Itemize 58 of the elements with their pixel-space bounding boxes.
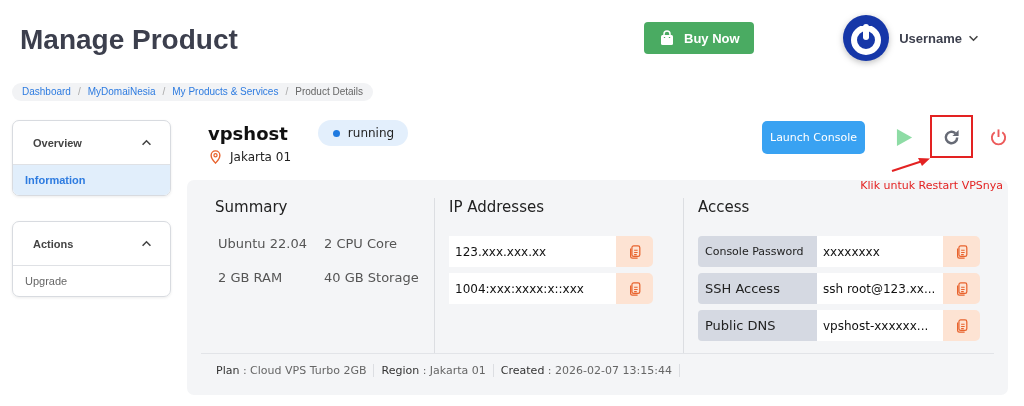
avatar-logo-icon: [843, 15, 890, 61]
access-field: vpshost-xxxxxx...: [817, 310, 943, 341]
power-icon[interactable]: [989, 127, 1008, 147]
section-title: IP Addresses: [449, 198, 546, 216]
copy-icon: [627, 280, 642, 297]
copy-button[interactable]: [943, 236, 980, 267]
copy-button[interactable]: [943, 273, 980, 304]
breadcrumb-link[interactable]: Dashboard: [22, 86, 71, 97]
copy-icon: [627, 243, 642, 260]
annotation-note: Klik untuk Restart VPSnya: [860, 179, 1003, 192]
ip-address-field: 1004:xxx:xxxx:x::xxx: [449, 273, 616, 304]
breadcrumb-current: Product Details: [295, 86, 364, 97]
breadcrumb-separator: /: [285, 86, 289, 97]
chevron-down-icon: [968, 34, 979, 42]
breadcrumb-separator: /: [162, 86, 166, 97]
play-icon[interactable]: [896, 127, 913, 147]
chevron-up-icon: [141, 240, 152, 247]
restart-icon[interactable]: [942, 127, 961, 147]
field-label: Public DNS: [698, 310, 817, 341]
annotation-arrow: [891, 158, 930, 172]
breadcrumb-link[interactable]: MyDomaiNesia: [87, 86, 156, 97]
status-dot-icon: [332, 129, 340, 137]
spec-text: 40 GB Storage: [324, 270, 420, 285]
footer-info: Region : Jakarta 01: [374, 364, 494, 377]
shopping-bag-icon: [660, 30, 674, 46]
spec-text: 2 CPU Core: [324, 236, 399, 251]
spec-text: 2 GB RAM: [218, 270, 284, 285]
footer-info: Plan : Cloud VPS Turbo 2GB: [209, 364, 375, 377]
copy-icon: [954, 317, 969, 334]
page-title: Manage Product: [20, 24, 239, 56]
sidebar-item[interactable]: Information: [13, 165, 170, 195]
highlight-box: [930, 115, 973, 158]
copy-icon: [954, 280, 969, 297]
chevron-up-icon: [141, 139, 152, 146]
user-menu-button[interactable]: Username: [899, 30, 979, 46]
server-name: vpshost: [208, 122, 288, 144]
status-badge: running: [317, 120, 409, 146]
buy-now-button[interactable]: Buy Now: [644, 22, 754, 54]
sidebar-section-header[interactable]: Actions: [13, 222, 170, 266]
spec-text: Ubuntu 22.04: [218, 236, 308, 251]
launch-console-button[interactable]: Launch Console: [762, 120, 865, 154]
field-label: Console Password: [698, 236, 817, 267]
copy-button[interactable]: [943, 310, 980, 341]
copy-button[interactable]: [616, 236, 653, 267]
copy-button[interactable]: [616, 273, 653, 304]
sidebar-item[interactable]: Upgrade: [13, 266, 170, 296]
breadcrumb-link[interactable]: My Products & Services: [172, 86, 279, 97]
copy-icon: [954, 243, 969, 260]
location-pin-icon: [210, 150, 221, 164]
section-title: Access: [698, 198, 751, 216]
breadcrumb-separator: /: [77, 86, 81, 97]
ip-address-field: 123.xxx.xxx.xx: [449, 236, 616, 267]
field-label: SSH Access: [698, 273, 817, 304]
footer-info: Created : 2026-02-07 13:15:44: [493, 364, 680, 377]
section-title: Summary: [215, 198, 289, 216]
access-field: xxxxxxxx: [817, 236, 943, 267]
access-field: ssh root@123.xx...: [817, 273, 943, 304]
server-location: Jakarta 01: [230, 150, 292, 164]
